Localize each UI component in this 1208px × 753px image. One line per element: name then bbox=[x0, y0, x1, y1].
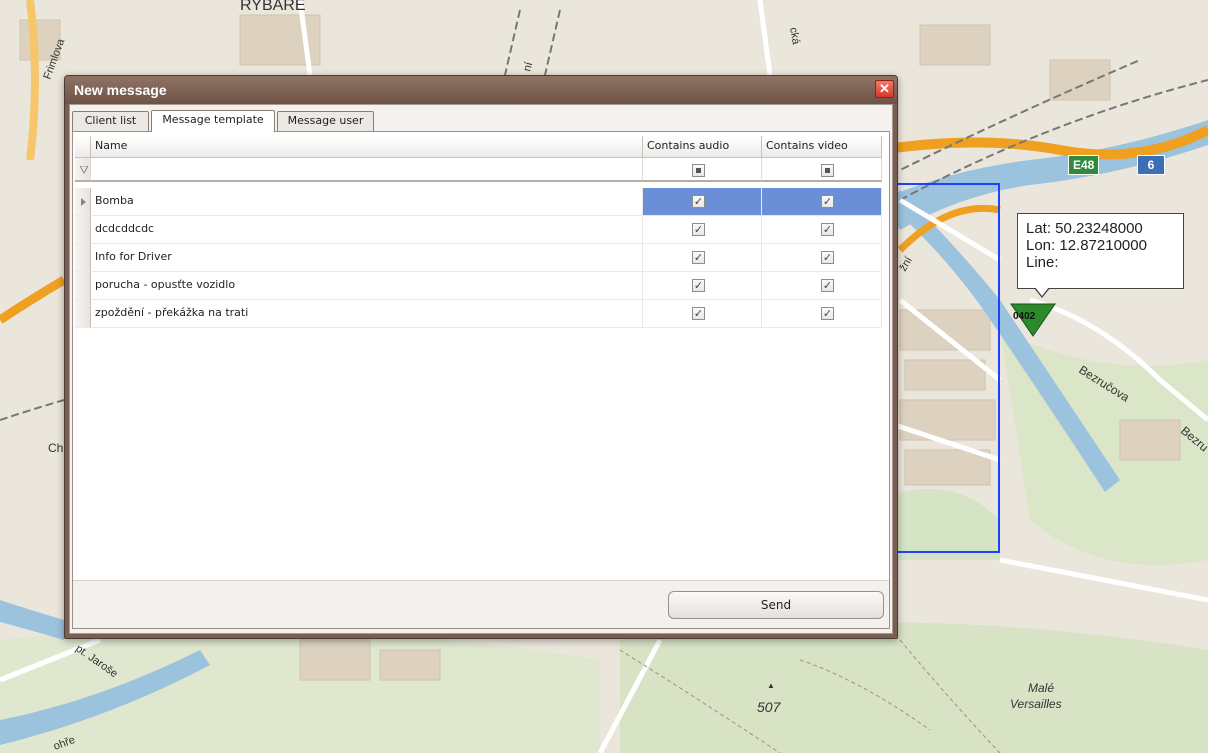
row-indicator[interactable] bbox=[75, 216, 91, 244]
column-header-audio[interactable]: Contains audio bbox=[643, 136, 762, 158]
column-header-name[interactable]: Name bbox=[91, 136, 643, 158]
filter-icon[interactable] bbox=[80, 166, 88, 174]
row-video-cell: ✓ bbox=[762, 244, 882, 272]
vehicle-tooltip: Lat: 50.23248000 Lon: 12.87210000 Line: bbox=[1017, 213, 1184, 298]
row-indicator[interactable] bbox=[75, 272, 91, 300]
map-label-top: RYBÁŘE bbox=[240, 0, 306, 14]
filter-name-input[interactable] bbox=[91, 158, 643, 182]
close-icon: ✕ bbox=[879, 81, 890, 96]
tooltip-lon: Lon: 12.87210000 bbox=[1026, 237, 1147, 254]
row-video-cell: ✓ bbox=[762, 300, 882, 328]
table-row[interactable]: Bomba ✓ ✓ bbox=[73, 188, 889, 216]
video-checkbox[interactable]: ✓ bbox=[821, 195, 834, 208]
dialog-title-bar[interactable]: New message ✕ bbox=[65, 76, 897, 104]
row-video-cell: ✓ bbox=[762, 216, 882, 244]
vehicle-label: 0402 bbox=[1013, 311, 1036, 322]
filter-indicator bbox=[75, 158, 91, 182]
audio-checkbox[interactable]: ✓ bbox=[692, 223, 705, 236]
audio-checkbox[interactable]: ✓ bbox=[692, 279, 705, 292]
tooltip-lat: Lat: 50.23248000 bbox=[1026, 220, 1143, 237]
row-indicator[interactable] bbox=[75, 188, 91, 216]
video-checkbox[interactable]: ✓ bbox=[821, 307, 834, 320]
row-video-cell: ✓ bbox=[762, 188, 882, 216]
row-audio-cell: ✓ bbox=[643, 272, 762, 300]
elevation-marker-icon: ▲ bbox=[767, 681, 775, 690]
video-checkbox[interactable]: ✓ bbox=[821, 251, 834, 264]
row-name-cell[interactable]: porucha - opusťte vozidlo bbox=[91, 272, 643, 300]
elevation-label: 507 bbox=[757, 699, 782, 715]
table-row[interactable]: zpoždění - překážka na trati ✓ ✓ bbox=[73, 300, 889, 328]
tooltip-line: Line: bbox=[1026, 254, 1059, 271]
send-button[interactable]: Send bbox=[668, 591, 884, 619]
header-indicator bbox=[75, 136, 91, 158]
tab-client-list[interactable]: Client list bbox=[72, 111, 149, 131]
audio-checkbox[interactable]: ✓ bbox=[692, 307, 705, 320]
row-name-cell[interactable]: Bomba bbox=[91, 188, 643, 216]
map-label-left: Ch bbox=[48, 441, 63, 455]
row-video-cell: ✓ bbox=[762, 272, 882, 300]
filter-audio-cell bbox=[643, 158, 762, 182]
dialog-body: Client list Message template Message use… bbox=[69, 104, 893, 634]
row-name-cell[interactable]: dcdcddcdc bbox=[91, 216, 643, 244]
road-shield-6: 6 bbox=[1137, 155, 1165, 175]
row-audio-cell: ✓ bbox=[643, 216, 762, 244]
video-checkbox[interactable]: ✓ bbox=[821, 279, 834, 292]
tab-message-user[interactable]: Message user bbox=[277, 111, 374, 131]
table-row[interactable]: dcdcddcdc ✓ ✓ bbox=[73, 216, 889, 244]
audio-checkbox[interactable]: ✓ bbox=[692, 251, 705, 264]
column-header-video[interactable]: Contains video bbox=[762, 136, 882, 158]
row-name-cell[interactable]: Info for Driver bbox=[91, 244, 643, 272]
grid-header-row: Name Contains audio Contains video bbox=[73, 136, 889, 158]
tab-content: Name Contains audio Contains video Bomba… bbox=[72, 131, 890, 629]
filter-audio-checkbox[interactable] bbox=[692, 164, 705, 177]
filter-video-checkbox[interactable] bbox=[821, 164, 834, 177]
close-button[interactable]: ✕ bbox=[875, 80, 894, 98]
row-indicator[interactable] bbox=[75, 244, 91, 272]
dialog-title: New message bbox=[74, 82, 167, 98]
row-audio-cell: ✓ bbox=[643, 244, 762, 272]
filter-video-cell bbox=[762, 158, 882, 182]
table-row[interactable]: porucha - opusťte vozidlo ✓ ✓ bbox=[73, 272, 889, 300]
new-message-dialog: New message ✕ Client list Message templa… bbox=[64, 75, 898, 639]
row-audio-cell: ✓ bbox=[643, 188, 762, 216]
table-row[interactable]: Info for Driver ✓ ✓ bbox=[73, 244, 889, 272]
tab-message-template[interactable]: Message template bbox=[151, 110, 275, 132]
grid-filter-row bbox=[73, 158, 889, 182]
current-row-icon bbox=[81, 198, 86, 206]
row-audio-cell: ✓ bbox=[643, 300, 762, 328]
video-checkbox[interactable]: ✓ bbox=[821, 223, 834, 236]
road-shield-e48: E48 bbox=[1068, 155, 1100, 175]
audio-checkbox[interactable]: ✓ bbox=[692, 195, 705, 208]
row-name-cell[interactable]: zpoždění - překážka na trati bbox=[91, 300, 643, 328]
column-header-name-label: Name bbox=[95, 139, 128, 152]
row-indicator[interactable] bbox=[75, 300, 91, 328]
map-label-place-1: Malé bbox=[1028, 681, 1054, 695]
map-label-place-2: Versailles bbox=[1010, 697, 1062, 711]
